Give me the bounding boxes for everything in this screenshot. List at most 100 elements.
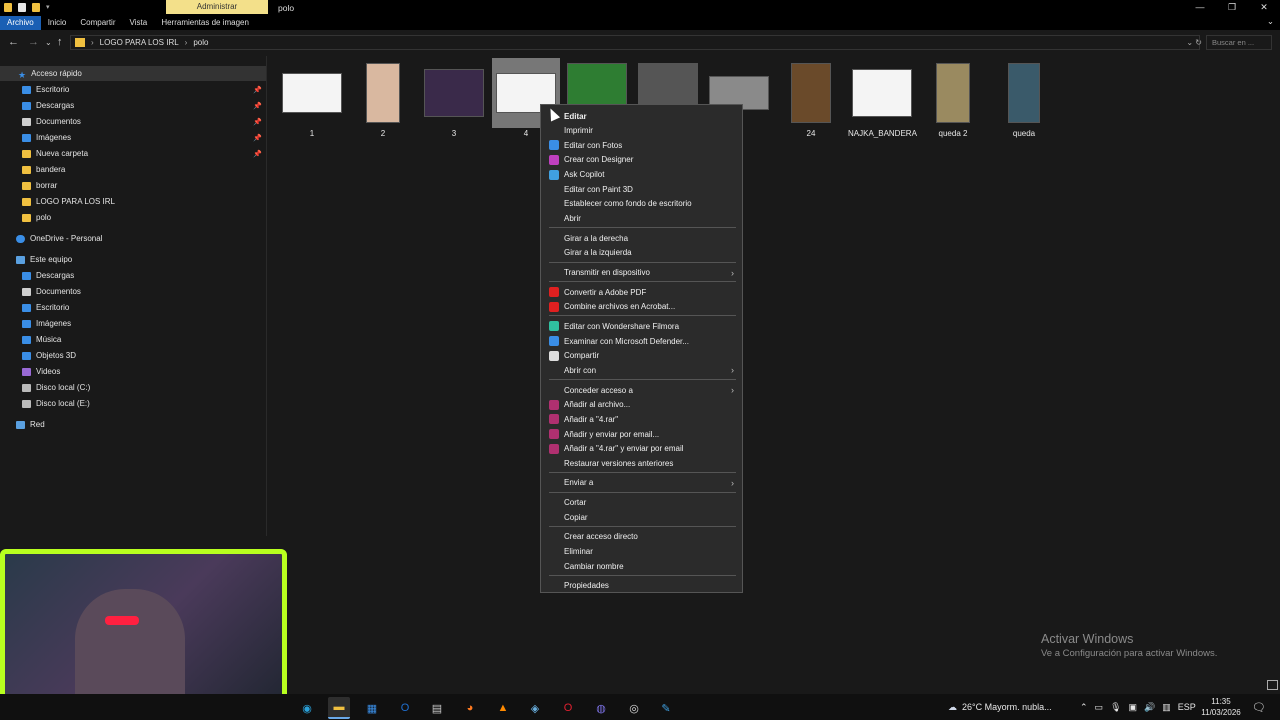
language-indicator[interactable]: ESP xyxy=(1178,702,1196,712)
maximize-button[interactable]: ❐ xyxy=(1216,0,1248,14)
menu-item-editar[interactable]: Editar xyxy=(541,109,742,123)
nav-onedrive[interactable]: OneDrive - Personal xyxy=(0,231,266,246)
menu-item-propiedades[interactable]: Propiedades xyxy=(541,579,742,593)
menu-item-editar-con-wondershare-filmora[interactable]: Editar con Wondershare Filmora xyxy=(541,319,742,333)
close-button[interactable]: ✕ xyxy=(1248,0,1280,14)
file-item[interactable]: queda xyxy=(990,58,1058,138)
menu-item-abrir[interactable]: Abrir xyxy=(541,212,742,226)
tab-vista[interactable]: Vista xyxy=(123,16,155,30)
file-item[interactable]: NAJKA_BANDERA xyxy=(848,58,917,138)
pin-icon[interactable]: 📌 xyxy=(253,134,262,142)
nav-item[interactable]: Disco local (E:) xyxy=(0,396,266,411)
breadcrumb-separator-icon[interactable]: › xyxy=(185,38,188,47)
menu-item-examinar-con-microsoft-defender[interactable]: Examinar con Microsoft Defender... xyxy=(541,334,742,348)
menu-item-copiar[interactable]: Copiar xyxy=(541,510,742,524)
menu-item-girar-a-la-izquierda[interactable]: Girar a la izquierda xyxy=(541,246,742,260)
menu-item-cambiar-nombre[interactable]: Cambiar nombre xyxy=(541,559,742,573)
opera-icon[interactable]: O xyxy=(557,697,579,719)
clock[interactable]: 11:35 11/03/2026 xyxy=(1198,696,1244,718)
menu-item-girar-a-la-derecha[interactable]: Girar a la derecha xyxy=(541,231,742,245)
nav-item[interactable]: Nueva carpeta 📌 xyxy=(0,146,266,161)
nav-item[interactable]: Disco local (C:) xyxy=(0,380,266,395)
menu-item-transmitir-en-dispositivo[interactable]: Transmitir en dispositivo › xyxy=(541,266,742,280)
menu-item-enviar-a[interactable]: Enviar a › xyxy=(541,476,742,490)
address-bar[interactable]: › LOGO PARA LOS IRL › polo xyxy=(70,35,1200,50)
file-item[interactable]: 3 xyxy=(420,58,488,138)
obs-icon[interactable]: ◎ xyxy=(623,697,645,719)
file-explorer-icon[interactable]: ▬ xyxy=(328,697,350,719)
nav-item[interactable]: borrar xyxy=(0,178,266,193)
nav-item[interactable]: Descargas 📌 xyxy=(0,98,266,113)
vlc-icon[interactable]: ▲ xyxy=(492,697,514,719)
address-dropdown-icon[interactable]: ⌄ ↻ xyxy=(1186,38,1202,47)
menu-item-eliminar[interactable]: Eliminar xyxy=(541,545,742,559)
nav-item[interactable]: Videos xyxy=(0,364,266,379)
back-button[interactable]: ← xyxy=(8,36,19,48)
menu-item-crear-con-designer[interactable]: Crear con Designer xyxy=(541,153,742,167)
file-item[interactable]: 1 xyxy=(278,58,346,138)
chevron-down-icon[interactable]: ▾ xyxy=(46,3,52,12)
new-folder-icon[interactable] xyxy=(32,3,40,12)
edge-icon[interactable]: ◉ xyxy=(296,697,318,719)
battery-icon[interactable]: ▭ xyxy=(1095,702,1104,713)
breadcrumb-separator-icon[interactable]: › xyxy=(91,38,94,47)
store-icon[interactable]: ▦ xyxy=(361,697,383,719)
quick-access-toolbar[interactable]: ▾ xyxy=(4,3,52,12)
discord-icon[interactable]: ◍ xyxy=(590,697,612,719)
breadcrumb-polo[interactable]: polo xyxy=(193,38,208,47)
menu-item-crear-acceso-directo[interactable]: Crear acceso directo xyxy=(541,530,742,544)
nav-this-pc[interactable]: Este equipo xyxy=(0,252,266,267)
file-item[interactable]: queda 2 xyxy=(919,58,987,138)
view-toggle-icon[interactable] xyxy=(1267,680,1278,690)
menu-item-anadir-a-4-rar-y-enviar-por-email[interactable]: Añadir a "4.rar" y enviar por email xyxy=(541,442,742,456)
notification-icon[interactable]: 🗨 xyxy=(1252,694,1266,720)
pane-divider[interactable] xyxy=(266,56,267,536)
nav-item[interactable]: Documentos 📌 xyxy=(0,114,266,129)
expand-ribbon-icon[interactable]: ⌄ xyxy=(1267,16,1274,30)
nav-item[interactable]: Descargas xyxy=(0,268,266,283)
nav-item[interactable]: Imágenes xyxy=(0,316,266,331)
nav-item[interactable]: Música xyxy=(0,332,266,347)
nav-item[interactable]: Imágenes 📌 xyxy=(0,130,266,145)
nav-item[interactable]: polo xyxy=(0,210,266,225)
nav-item[interactable]: Objetos 3D xyxy=(0,348,266,363)
nav-item[interactable]: bandera xyxy=(0,162,266,177)
nav-quick-access[interactable]: ★ Acceso rápido xyxy=(0,66,266,81)
pin-icon[interactable]: 📌 xyxy=(253,118,262,126)
menu-item-restaurar-versiones-anteriores[interactable]: Restaurar versiones anteriores xyxy=(541,456,742,470)
tab-herramientas-imagen[interactable]: Herramientas de imagen xyxy=(154,16,256,30)
firefox-icon[interactable]: ◕ xyxy=(459,697,481,719)
pin-icon[interactable]: 📌 xyxy=(253,150,262,158)
menu-item-anadir-al-archivo[interactable]: Añadir al archivo... xyxy=(541,398,742,412)
microphone-icon[interactable]: 🎙 xyxy=(1110,702,1121,713)
volume-icon[interactable]: 🔊 xyxy=(1144,702,1155,713)
nav-item[interactable]: Escritorio xyxy=(0,300,266,315)
properties-icon[interactable] xyxy=(18,3,26,12)
nav-item[interactable]: LOGO PARA LOS IRL xyxy=(0,194,266,209)
menu-item-anadir-a-4-rar[interactable]: Añadir a "4.rar" xyxy=(541,412,742,426)
menu-item-ask-copilot[interactable]: Ask Copilot xyxy=(541,168,742,182)
menu-item-conceder-acceso-a[interactable]: Conceder acceso a › xyxy=(541,383,742,397)
pin-icon[interactable]: 📌 xyxy=(253,102,262,110)
pin-icon[interactable]: 📌 xyxy=(253,86,262,94)
menu-item-establecer-como-fondo-de-escritorio[interactable]: Establecer como fondo de escritorio xyxy=(541,197,742,211)
camera-icon[interactable]: ▣ xyxy=(1129,702,1138,713)
tab-archivo[interactable]: Archivo xyxy=(0,16,41,30)
weather-widget[interactable]: ☁ 26°C Mayorm. nubla... xyxy=(948,694,1052,720)
recent-locations-icon[interactable]: ⌄ xyxy=(45,38,52,47)
nav-item[interactable]: Escritorio 📌 xyxy=(0,82,266,97)
forward-button[interactable]: → xyxy=(28,36,39,48)
chevron-up-icon[interactable]: ⌃ xyxy=(1080,702,1088,713)
paint-icon[interactable]: ✎ xyxy=(655,697,677,719)
menu-item-abrir-con[interactable]: Abrir con › xyxy=(541,363,742,377)
menu-item-editar-con-fotos[interactable]: Editar con Fotos xyxy=(541,138,742,152)
file-item[interactable]: 24 xyxy=(777,58,845,138)
nav-item[interactable]: Documentos xyxy=(0,284,266,299)
up-button[interactable]: ↑ xyxy=(57,36,63,48)
outlook-icon[interactable]: O xyxy=(394,697,416,719)
tab-compartir[interactable]: Compartir xyxy=(73,16,122,30)
menu-item-combine-archivos-en-acrobat[interactable]: Combine archivos en Acrobat... xyxy=(541,300,742,314)
menu-item-anadir-y-enviar-por-email[interactable]: Añadir y enviar por email... xyxy=(541,427,742,441)
file-item[interactable]: 2 xyxy=(349,58,417,138)
app-icon[interactable]: ▤ xyxy=(426,697,448,719)
